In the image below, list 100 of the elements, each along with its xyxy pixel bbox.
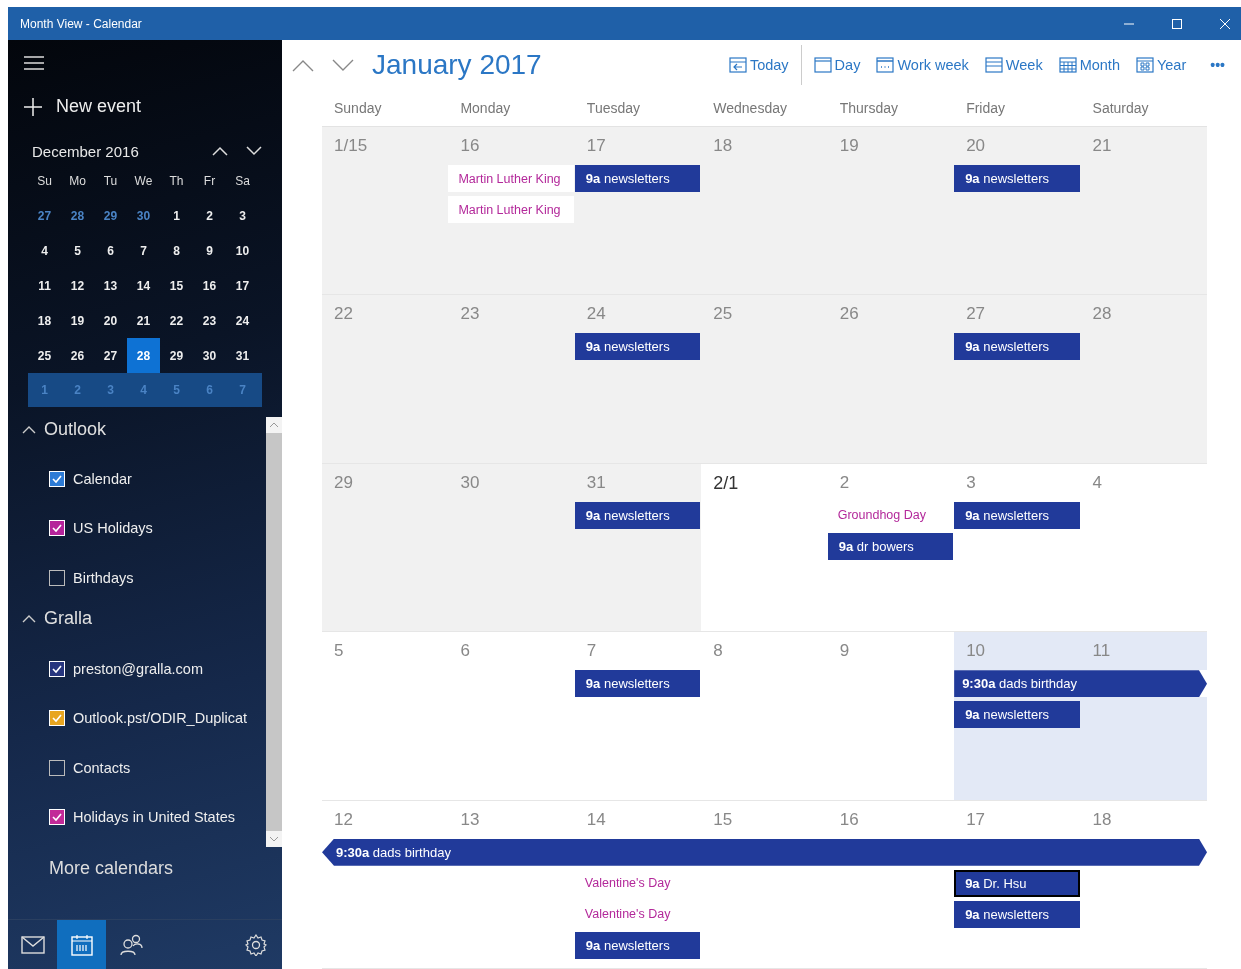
scroll-up-icon[interactable] <box>266 417 282 433</box>
month-view-button[interactable]: Month <box>1054 57 1124 73</box>
date-cell[interactable]: 15 <box>160 268 193 303</box>
workweek-view-button[interactable]: Work week <box>872 57 973 73</box>
date-cell[interactable]: 30 <box>193 338 226 373</box>
date-cell[interactable]: 29 <box>94 198 127 233</box>
date-cell[interactable]: 12 <box>61 268 94 303</box>
date-cell[interactable]: 19 <box>61 303 94 338</box>
appointment-event[interactable]: 9a newsletters <box>574 501 701 529</box>
date-cell[interactable]: 7 <box>127 233 160 268</box>
new-event-button[interactable]: New event <box>24 96 142 117</box>
checkbox[interactable] <box>49 570 65 586</box>
day-cell[interactable]: 31 9a newsletters <box>574 463 702 632</box>
day-number: 16 <box>838 808 860 830</box>
date-cell[interactable]: 11 <box>28 268 61 303</box>
day-number: 4 <box>1091 471 1104 493</box>
plus-icon <box>24 97 42 116</box>
day-cell[interactable]: 16 Martin Luther King Martin Luther King <box>448 127 575 295</box>
date-cell[interactable]: 18 <box>28 303 61 338</box>
more-calendars-link[interactable]: More calendars <box>49 858 174 879</box>
date-cell[interactable]: 27 <box>28 198 61 233</box>
date-cell[interactable]: 16 <box>193 268 226 303</box>
date-cell[interactable]: 26 <box>61 338 94 373</box>
appointment-event[interactable]: 9a newsletters <box>954 701 1080 729</box>
weekday-label: Tu <box>102 173 119 188</box>
date-cell[interactable]: 17 <box>226 268 259 303</box>
day-cell[interactable]: 20 9a newsletters <box>954 127 1081 295</box>
day-number: 21 <box>1091 135 1113 156</box>
group-header[interactable]: Gralla <box>8 602 92 635</box>
date-cell[interactable]: 23 <box>193 303 226 338</box>
appointment-event[interactable]: 9a newsletters <box>574 931 701 959</box>
holiday-event[interactable]: Martin Luther King <box>448 165 574 192</box>
appointment-event[interactable]: 9a newsletters <box>954 333 1080 361</box>
event-banner[interactable]: 9:30a dads birthday <box>322 838 1207 866</box>
menu-icon[interactable] <box>24 56 44 70</box>
day-number: 2/1 <box>712 471 740 493</box>
date-cell[interactable]: 6 <box>94 233 127 268</box>
appointment-event[interactable]: 9a newsletters <box>954 900 1080 928</box>
day-cell[interactable]: 9a newsletters <box>954 697 1081 800</box>
holiday-event[interactable]: Martin Luther King <box>448 196 574 223</box>
week-view-button[interactable]: Week <box>980 57 1047 73</box>
appointment-event[interactable]: 9a newsletters <box>954 165 1080 192</box>
date-cell[interactable]: 31 <box>226 338 259 373</box>
appointment-event[interactable]: 9a newsletters <box>574 333 701 361</box>
date-cell[interactable]: 25 <box>28 338 61 373</box>
date-cell[interactable]: 4 <box>28 233 61 268</box>
day-cell[interactable]: 17 9a newsletters <box>574 127 702 295</box>
day-number: 29 <box>333 471 354 493</box>
date-cell[interactable]: 20 <box>94 303 127 338</box>
year-view-button[interactable]: Year <box>1131 57 1191 73</box>
date-cell[interactable]: 22 <box>160 303 193 338</box>
date-cell[interactable]: 9 <box>193 233 226 268</box>
day-cell[interactable]: 27 9a newsletters <box>954 295 1081 463</box>
month-title: December 2016 <box>32 142 139 160</box>
date-cell[interactable]: 2 <box>193 198 226 233</box>
checkbox[interactable] <box>49 759 65 776</box>
appointment-event[interactable]: 9a newsletters <box>574 670 701 698</box>
date-cell[interactable]: 29 <box>160 338 193 373</box>
date-cell[interactable]: 28 <box>61 198 94 233</box>
day-number: 23 <box>459 303 481 325</box>
date-cell[interactable]: 3 <box>226 198 259 233</box>
appointment-event[interactable]: 9a newsletters <box>574 165 701 192</box>
more-button[interactable]: ••• <box>1206 57 1229 73</box>
calendar-name: US Holidays <box>73 520 153 537</box>
date-cell[interactable]: 27 <box>94 338 127 373</box>
date-cell[interactable]: 21 <box>127 303 160 338</box>
day-number: 17 <box>965 808 987 830</box>
day-number: 15 <box>712 808 734 830</box>
group-header[interactable]: Outlook <box>8 413 107 445</box>
calendar-nav-button[interactable] <box>57 920 106 969</box>
day-number: 5 <box>333 640 345 662</box>
date-cell[interactable]: 30 <box>127 198 160 233</box>
weekday-label: Th <box>168 173 185 188</box>
date-cell[interactable]: 14 <box>127 268 160 303</box>
weekday-header: Wednesday <box>712 100 788 116</box>
date-cell[interactable]: 8 <box>160 233 193 268</box>
calendar-name: preston@gralla.com <box>73 660 203 677</box>
scroll-down-icon[interactable] <box>266 831 282 847</box>
maximize-icon[interactable] <box>1171 17 1183 30</box>
date-cell[interactable]: 10 <box>226 233 259 268</box>
date-cell[interactable]: 13 <box>94 268 127 303</box>
calendar-name: Outlook.pst/ODIR_Duplicat <box>73 710 248 727</box>
calendar-icon <box>1058 57 1077 73</box>
day-cell[interactable]: 24 9a newsletters <box>574 295 702 463</box>
appointment-event[interactable]: 9a dr bowers <box>827 532 954 560</box>
date-cell[interactable]: 5 <box>61 233 94 268</box>
appointment-event[interactable]: 9a Dr. Hsu <box>954 869 1080 897</box>
day-cell[interactable] <box>1080 697 1207 800</box>
close-icon[interactable] <box>1219 17 1231 30</box>
day-number: 2 <box>838 471 851 493</box>
date-cell[interactable]: 24 <box>226 303 259 338</box>
month-title: January 2017 <box>372 49 542 81</box>
date-cell[interactable]: 1 <box>160 198 193 233</box>
date-cell[interactable]: 28 <box>127 338 160 373</box>
calendar-name: Contacts <box>73 759 131 776</box>
appointment-event[interactable]: 9a newsletters <box>954 501 1080 529</box>
day-view-button[interactable]: Day <box>809 57 865 73</box>
event-banner[interactable]: 9:30a dads birthday <box>954 670 1207 698</box>
today-view-button[interactable]: Today <box>724 57 793 73</box>
scrollbar[interactable] <box>266 417 282 847</box>
